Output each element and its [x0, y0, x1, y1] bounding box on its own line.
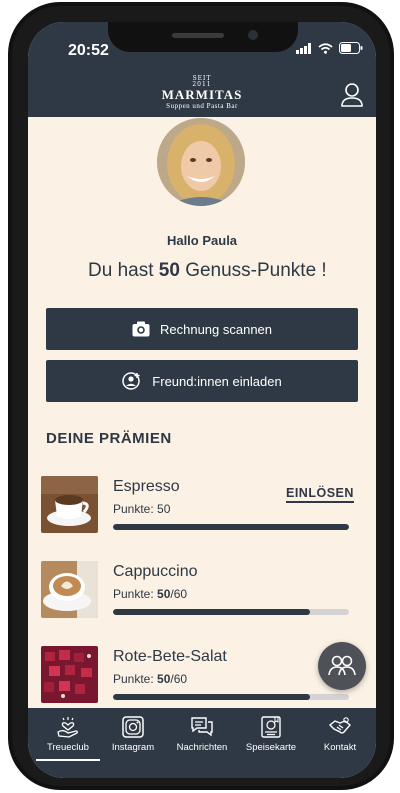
tab-nachrichten[interactable]: Nachrichten — [167, 716, 237, 753]
add-friend-icon — [122, 372, 141, 390]
redeem-button[interactable]: EINLÖSEN — [286, 486, 354, 503]
points-suffix: Genuss-Punkte ! — [185, 260, 327, 281]
scan-receipt-button[interactable]: Rechnung scannen — [46, 308, 358, 350]
reward-points: Punkte: 50 — [113, 502, 170, 516]
invite-friends-label: Freund:innen einladen — [152, 373, 282, 389]
community-fab[interactable] — [318, 642, 366, 690]
avatar — [157, 118, 245, 206]
reward-points-label: Punkte: — [113, 587, 154, 601]
tab-label: Speisekarte — [245, 742, 297, 753]
avatar-photo — [157, 118, 245, 206]
chat-bubbles-icon — [191, 717, 213, 737]
reward-progress-fill — [113, 609, 310, 615]
menu-book-icon — [261, 716, 281, 738]
hand-heart-icon — [57, 717, 78, 738]
tab-label: Nachrichten — [176, 742, 228, 753]
wifi-icon — [318, 42, 333, 54]
status-time: 20:52 — [68, 42, 109, 59]
reward-name: Espresso — [113, 478, 180, 495]
tab-treueclub[interactable]: Treueclub — [33, 716, 103, 753]
invite-friends-button[interactable]: Freund:innen einladen — [46, 360, 358, 402]
reward-name: Rote-Bete-Salat — [113, 648, 227, 665]
reward-points-value: 50 — [157, 502, 171, 516]
tab-instagram[interactable]: Instagram — [98, 716, 168, 753]
reward-points-total: /60 — [170, 672, 188, 686]
cappuccino-image — [41, 561, 98, 618]
front-camera — [248, 30, 258, 40]
signal-icon — [296, 42, 311, 54]
reward-progress-bar — [113, 694, 349, 700]
instagram-icon — [122, 716, 144, 738]
greeting-text: Hallo Paula — [166, 233, 238, 248]
reward-points-label: Punkte: — [113, 672, 154, 686]
points-value: 50 — [158, 260, 180, 281]
profile-button[interactable] — [340, 82, 364, 108]
rewards-heading: DEINE PRÄMIEN — [46, 430, 172, 447]
reward-item-salad: Rote-Bete-Salat Punkte: 50/60 — [41, 646, 361, 706]
beet-salad-image — [41, 646, 98, 703]
points-summary: Du hast 50 Genuss-Punkte ! — [88, 260, 327, 282]
reward-progress-bar — [113, 609, 349, 615]
reward-progress-fill — [113, 524, 349, 530]
user-icon — [341, 83, 363, 107]
handshake-icon — [328, 717, 352, 734]
active-tab-indicator — [36, 759, 100, 761]
scan-receipt-label: Rechnung scannen — [159, 321, 273, 337]
tab-kontakt[interactable]: Kontakt — [305, 716, 375, 753]
tab-label: Kontakt — [323, 742, 357, 753]
app-screen: 20:52 SEIT 2011 MARMITAS Suppen und Past… — [28, 22, 376, 778]
reward-points-current: 50 — [157, 672, 171, 686]
tab-label: Instagram — [111, 742, 155, 753]
reward-points-current: 50 — [157, 587, 171, 601]
reward-progress-fill — [113, 694, 310, 700]
reward-points: Punkte: 50/60 — [113, 587, 187, 601]
espresso-thumbnail — [41, 476, 98, 533]
points-prefix: Du hast — [88, 260, 154, 281]
brand-logo: SEIT 2011 MARMITAS Suppen und Pasta Bar — [152, 76, 252, 111]
reward-points: Punkte: 50/60 — [113, 672, 187, 686]
device-notch — [108, 22, 298, 52]
cappuccino-thumbnail — [41, 561, 98, 618]
bottom-tab-bar: Treueclub Instagram Nachrichten Speiseka… — [28, 708, 376, 778]
tab-speisekarte[interactable]: Speisekarte — [236, 716, 306, 753]
reward-points-total: /60 — [170, 587, 188, 601]
salad-thumbnail — [41, 646, 98, 703]
reward-item-espresso: Espresso Punkte: 50 EINLÖSEN — [41, 476, 361, 536]
tab-label: Treueclub — [47, 742, 89, 753]
speaker-grille — [172, 33, 224, 38]
brand-name: MARMITAS — [161, 87, 243, 102]
status-icons — [296, 42, 363, 54]
group-icon — [328, 655, 356, 676]
reward-progress-bar — [113, 524, 349, 530]
reward-item-cappuccino: Cappuccino Punkte: 50/60 — [41, 561, 361, 621]
reward-name: Cappuccino — [113, 563, 198, 580]
espresso-image — [41, 476, 98, 533]
reward-points-label: Punkte: — [113, 502, 154, 516]
camera-icon — [132, 321, 150, 337]
app-header: 20:52 SEIT 2011 MARMITAS Suppen und Past… — [28, 22, 376, 117]
battery-icon — [339, 42, 363, 54]
brand-tagline: Suppen und Pasta Bar — [166, 102, 238, 110]
